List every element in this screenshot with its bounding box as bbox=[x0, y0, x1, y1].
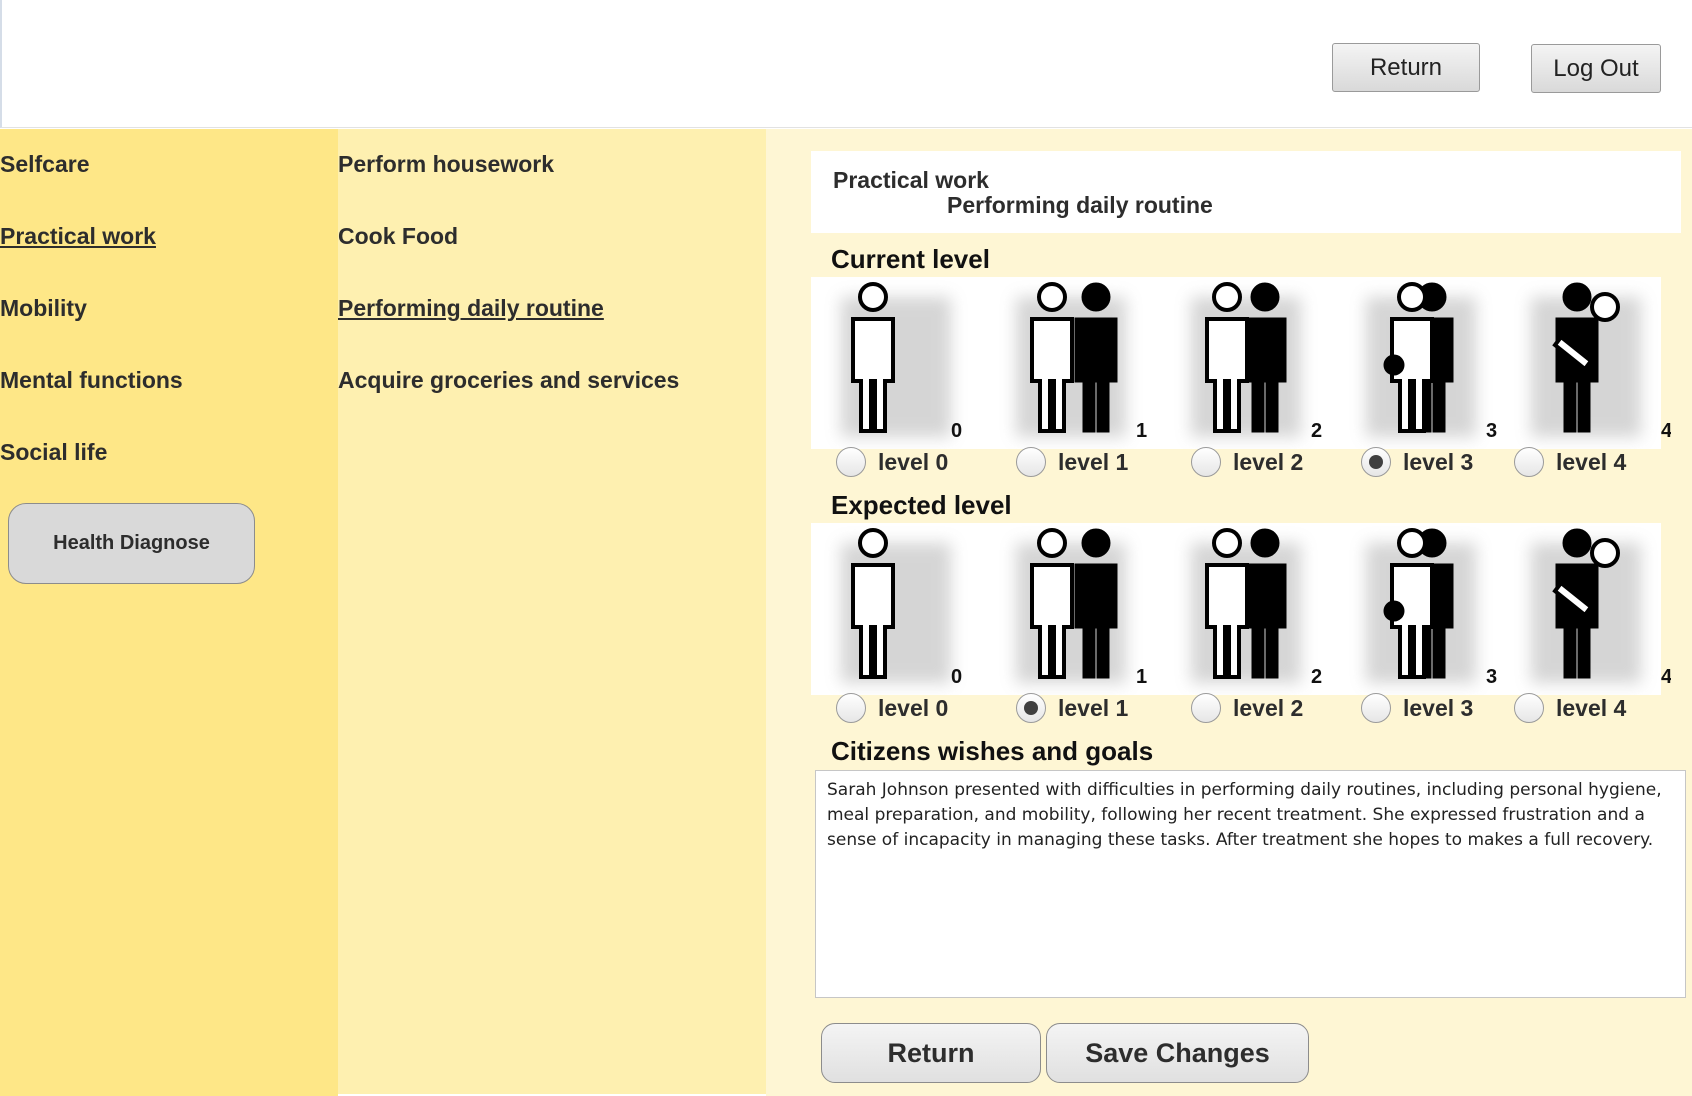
category-practical-work[interactable]: Practical work bbox=[0, 223, 156, 250]
detail-title-box: Practical work Performing daily routine bbox=[811, 151, 1681, 233]
current-level-label-1: level 1 bbox=[1058, 448, 1129, 475]
save-changes-button[interactable]: Save Changes bbox=[1046, 1023, 1309, 1083]
subcategory-perform-housework[interactable]: Perform housework bbox=[338, 151, 554, 178]
current-level-radio-1[interactable] bbox=[1016, 447, 1046, 477]
subcategory-list: Perform housework Cook Food Performing d… bbox=[338, 129, 766, 1094]
expected-level-radio-4[interactable] bbox=[1514, 693, 1544, 723]
category-mobility[interactable]: Mobility bbox=[0, 295, 87, 322]
expected-pictogram-level-3: 3 bbox=[1336, 523, 1506, 695]
category-selfcare[interactable]: Selfcare bbox=[0, 151, 90, 178]
wishes-textarea[interactable]: Sarah Johnson presented with difficultie… bbox=[815, 770, 1686, 998]
category-mental-functions[interactable]: Mental functions bbox=[0, 367, 183, 394]
current-pictogram-level-4: 4 bbox=[1501, 277, 1671, 449]
current-pictogram-level-1: 1 bbox=[986, 277, 1156, 449]
current-level-option-3[interactable]: level 3 bbox=[1361, 447, 1473, 477]
expected-level-pictograms: 0 1 2 3 4 bbox=[811, 523, 1671, 695]
svg-text:2: 2 bbox=[1311, 420, 1322, 442]
detail-panel: Practical work Performing daily routine … bbox=[766, 129, 1692, 1096]
svg-text:1: 1 bbox=[1136, 420, 1147, 442]
current-level-radio-4[interactable] bbox=[1514, 447, 1544, 477]
expected-level-radio-2[interactable] bbox=[1191, 693, 1221, 723]
current-level-option-1[interactable]: level 1 bbox=[1016, 447, 1128, 477]
current-level-label-4: level 4 bbox=[1556, 448, 1627, 475]
expected-level-option-4[interactable]: level 4 bbox=[1514, 693, 1626, 723]
current-level-radio-2[interactable] bbox=[1191, 447, 1221, 477]
svg-text:4: 4 bbox=[1661, 666, 1671, 688]
expected-level-option-1[interactable]: level 1 bbox=[1016, 693, 1128, 723]
svg-text:3: 3 bbox=[1486, 666, 1497, 688]
detail-subcategory-title: Performing daily routine bbox=[947, 192, 1213, 218]
return-button[interactable]: Return bbox=[821, 1023, 1041, 1083]
wishes-heading: Citizens wishes and goals bbox=[831, 736, 1154, 766]
svg-text:0: 0 bbox=[951, 420, 962, 442]
expected-level-radio-0[interactable] bbox=[836, 693, 866, 723]
category-social-life[interactable]: Social life bbox=[0, 439, 107, 466]
subcategory-acquire-groceries[interactable]: Acquire groceries and services bbox=[338, 367, 679, 394]
subcategory-cook-food[interactable]: Cook Food bbox=[338, 223, 458, 250]
expected-pictogram-level-2: 2 bbox=[1161, 523, 1331, 695]
svg-text:0: 0 bbox=[951, 666, 962, 688]
expected-level-label-4: level 4 bbox=[1556, 694, 1627, 721]
expected-level-option-2[interactable]: level 2 bbox=[1191, 693, 1303, 723]
expected-pictogram-level-4: 4 bbox=[1501, 523, 1671, 695]
svg-text:2: 2 bbox=[1311, 666, 1322, 688]
expected-level-radio-3[interactable] bbox=[1361, 693, 1391, 723]
expected-level-option-0[interactable]: level 0 bbox=[836, 693, 948, 723]
logout-button[interactable]: Log Out bbox=[1531, 44, 1661, 93]
current-pictogram-level-2: 2 bbox=[1161, 277, 1331, 449]
expected-level-radio-1[interactable] bbox=[1016, 693, 1046, 723]
expected-level-label-1: level 1 bbox=[1058, 694, 1129, 721]
current-pictogram-level-3: 3 bbox=[1336, 277, 1506, 449]
category-sidebar: Selfcare Practical work Mobility Mental … bbox=[0, 129, 338, 1096]
current-level-label-2: level 2 bbox=[1233, 448, 1304, 475]
expected-level-label-3: level 3 bbox=[1403, 694, 1474, 721]
expected-level-heading: Expected level bbox=[831, 490, 1012, 520]
current-level-label-3: level 3 bbox=[1403, 448, 1474, 475]
subcategory-performing-daily-routine[interactable]: Performing daily routine bbox=[338, 295, 604, 322]
current-pictogram-level-0: 0 bbox=[811, 277, 981, 449]
current-level-option-0[interactable]: level 0 bbox=[836, 447, 948, 477]
current-level-options: level 0 level 1 level 2 level 3 level 4 bbox=[811, 447, 1681, 483]
expected-level-options: level 0 level 1 level 2 level 3 level 4 bbox=[811, 693, 1681, 729]
expected-pictogram-level-0: 0 bbox=[811, 523, 981, 695]
svg-text:3: 3 bbox=[1486, 420, 1497, 442]
header-return-button[interactable]: Return bbox=[1332, 43, 1480, 92]
svg-text:1: 1 bbox=[1136, 666, 1147, 688]
expected-level-label-0: level 0 bbox=[878, 694, 949, 721]
current-level-pictograms: 0 1 2 3 4 bbox=[811, 277, 1671, 449]
current-level-option-4[interactable]: level 4 bbox=[1514, 447, 1626, 477]
current-level-option-2[interactable]: level 2 bbox=[1191, 447, 1303, 477]
expected-pictogram-level-1: 1 bbox=[986, 523, 1156, 695]
top-bar: Return Log Out bbox=[0, 0, 1692, 128]
current-level-radio-0[interactable] bbox=[836, 447, 866, 477]
health-diagnose-button[interactable]: Health Diagnose bbox=[8, 503, 255, 584]
current-level-heading: Current level bbox=[831, 244, 990, 274]
expected-level-option-3[interactable]: level 3 bbox=[1361, 693, 1473, 723]
current-level-radio-3[interactable] bbox=[1361, 447, 1391, 477]
current-level-label-0: level 0 bbox=[878, 448, 949, 475]
detail-category-title: Practical work bbox=[833, 167, 989, 193]
expected-level-label-2: level 2 bbox=[1233, 694, 1304, 721]
svg-text:4: 4 bbox=[1661, 420, 1671, 442]
